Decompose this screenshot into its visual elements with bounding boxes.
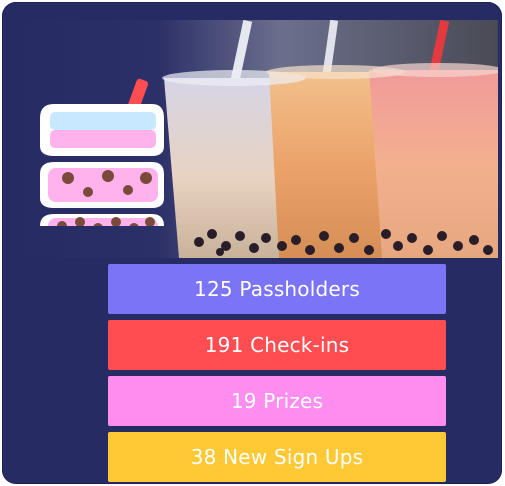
stats-card: 125 Passholders 191 Check-ins 19 Prizes … xyxy=(2,2,502,484)
hero-image xyxy=(14,20,498,258)
passholders-stat: 125 Passholders xyxy=(108,264,446,314)
checkins-stat: 191 Check-ins xyxy=(108,320,446,370)
new-signups-stat: 38 New Sign Ups xyxy=(108,432,446,482)
bubble-tea-layers-icon xyxy=(40,78,164,226)
prizes-stat: 19 Prizes xyxy=(108,376,446,426)
